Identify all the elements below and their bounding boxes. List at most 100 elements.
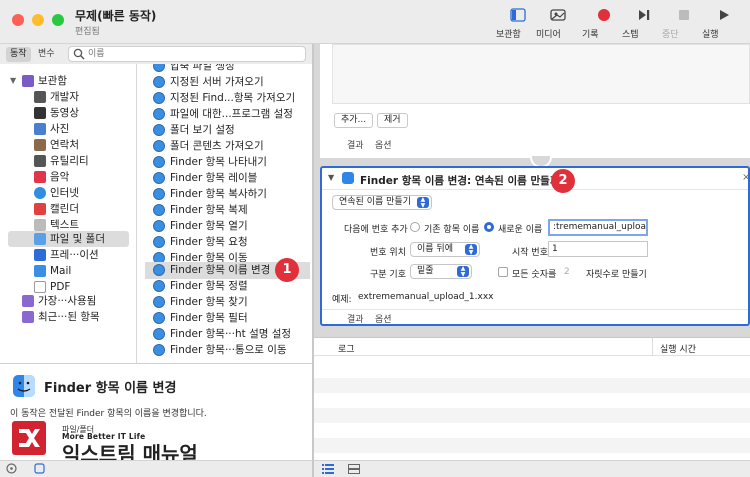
category-utilities[interactable]: 유틸리티 bbox=[0, 153, 136, 169]
record-toolbar-button[interactable]: 기록 bbox=[582, 6, 626, 42]
workflow-bottom-bar bbox=[313, 460, 750, 477]
category-photos[interactable]: 사진 bbox=[0, 121, 136, 137]
category-most-used[interactable]: 가장···사용됨 bbox=[0, 293, 136, 309]
number-position-select[interactable]: 이름 뒤에 ▲ ▼ bbox=[410, 242, 480, 257]
log-header: 로그 실행 시간 bbox=[314, 338, 750, 356]
list-item[interactable]: 지정된 Find...항목 가져오기 bbox=[145, 90, 310, 106]
popup-arrows-icon: ▲ ▼ bbox=[416, 197, 429, 208]
stop-icon bbox=[662, 6, 706, 24]
record-label: 기록 bbox=[582, 30, 599, 40]
tab-options[interactable]: 옵션 bbox=[375, 138, 392, 151]
step-badge-1: 1 bbox=[275, 258, 299, 282]
list-item[interactable]: Finder 항목···ht 설명 설정 bbox=[145, 326, 310, 342]
text-icon bbox=[34, 219, 46, 231]
automator-action-icon bbox=[153, 108, 165, 120]
log-column-header[interactable]: 로그 bbox=[338, 342, 355, 355]
list-view-icon[interactable] bbox=[322, 464, 334, 477]
description-title: Finder 항목 이름 변경 bbox=[44, 381, 177, 396]
rename-mode-select[interactable]: 연속된 이름 만들기 ▲ ▼ bbox=[332, 195, 432, 210]
separator-select[interactable]: 밑줄 ▲ ▼ bbox=[410, 264, 472, 279]
settings-icon[interactable] bbox=[6, 463, 17, 477]
new-name-label: 새로운 이름 bbox=[498, 225, 543, 235]
digits-suffix-label: 자릿수로 만들기 bbox=[586, 270, 647, 280]
category-contacts[interactable]: 연락처 bbox=[0, 137, 136, 153]
digits-stepper[interactable]: 2 bbox=[564, 267, 570, 277]
tab-results[interactable]: 결과 bbox=[347, 312, 364, 325]
info-icon[interactable] bbox=[34, 463, 45, 477]
chevron-down-icon[interactable]: ▼ bbox=[328, 173, 334, 182]
list-item[interactable]: 파일에 대한...프로그램 설정 bbox=[145, 106, 310, 122]
category-presentations[interactable]: 프레···이션 bbox=[0, 247, 136, 263]
category-calendar[interactable]: 캘린더 bbox=[0, 201, 136, 217]
library-search[interactable] bbox=[68, 46, 306, 62]
action-header[interactable]: ▼ Finder 항목 이름 변경: 연속된 이름 만들기 × bbox=[322, 168, 750, 190]
category-developer[interactable]: 개발자 bbox=[0, 89, 136, 105]
close-icon[interactable]: × bbox=[742, 172, 750, 183]
log-pane: 로그 실행 시간 bbox=[313, 337, 750, 460]
start-number-field[interactable]: 1 bbox=[548, 241, 648, 257]
category-music[interactable]: 음악 bbox=[0, 169, 136, 185]
existing-name-radio[interactable] bbox=[410, 222, 420, 232]
all-digits-checkbox[interactable] bbox=[498, 267, 508, 277]
category-recently-added[interactable]: 최근···된 항목 bbox=[0, 309, 136, 325]
list-item[interactable]: Finder 항목 요청 bbox=[145, 234, 310, 250]
list-item[interactable]: Finder 항목 나타내기 bbox=[145, 154, 310, 170]
close-window-button[interactable] bbox=[12, 14, 24, 26]
list-item[interactable]: Finder 항목 복제 bbox=[145, 202, 310, 218]
library-bottom-bar bbox=[0, 460, 312, 477]
folder-icon bbox=[34, 233, 46, 245]
add-button[interactable]: 추가... bbox=[334, 113, 374, 128]
zoom-window-button[interactable] bbox=[52, 14, 64, 26]
minimize-window-button[interactable] bbox=[32, 14, 44, 26]
finder-icon bbox=[153, 296, 165, 308]
category-internet[interactable]: 인터넷 bbox=[0, 185, 136, 201]
new-name-field[interactable]: :trememanual_upload bbox=[548, 219, 648, 236]
list-item[interactable]: 폴더 콘텐츠 가져오기 bbox=[145, 138, 310, 154]
search-input[interactable] bbox=[88, 48, 298, 60]
sidebar-icon bbox=[496, 6, 540, 24]
list-item[interactable]: Finder 항목 복사하기 bbox=[145, 186, 310, 202]
tab-actions[interactable]: 동작 bbox=[6, 47, 31, 62]
run-toolbar-button[interactable]: 실행 bbox=[702, 6, 746, 42]
run-time-column-header[interactable]: 실행 시간 bbox=[660, 342, 696, 355]
list-item[interactable]: Finder 항목···통으로 이동 bbox=[145, 342, 310, 358]
tab-results[interactable]: 결과 bbox=[347, 138, 364, 151]
step-toolbar-button[interactable]: 스텝 bbox=[622, 6, 666, 42]
smart-folder-icon bbox=[22, 311, 34, 323]
finder-icon bbox=[153, 204, 165, 216]
finder-icon bbox=[153, 344, 165, 356]
add-number-label: 다음에 번호 추가 bbox=[344, 225, 408, 235]
contacts-icon bbox=[34, 139, 46, 151]
tab-options[interactable]: 옵션 bbox=[375, 312, 392, 325]
list-item[interactable]: Finder 항목 열기 bbox=[145, 218, 310, 234]
finder-icon bbox=[153, 188, 165, 200]
automator-action-icon bbox=[153, 64, 165, 72]
new-name-radio[interactable] bbox=[484, 222, 494, 232]
list-item[interactable]: Finder 항목 찾기 bbox=[145, 294, 310, 310]
log-row bbox=[314, 378, 750, 393]
automator-action-icon bbox=[153, 140, 165, 152]
media-toolbar-button[interactable]: 미디어 bbox=[536, 6, 580, 42]
example-label: 예제: bbox=[332, 295, 352, 305]
previous-action-content bbox=[332, 44, 750, 104]
window-title: 무제(빠른 동작) bbox=[75, 9, 157, 23]
start-number-label: 시작 번호 bbox=[512, 248, 548, 258]
library-toolbar-button[interactable]: 보관함 bbox=[496, 6, 540, 42]
extrememanual-logo bbox=[12, 421, 46, 455]
category-library[interactable]: 보관함 bbox=[0, 73, 136, 89]
list-item[interactable]: 압축 파일 생성 bbox=[145, 64, 310, 74]
list-item[interactable]: 폴더 보기 설정 bbox=[145, 122, 310, 138]
flow-view-icon[interactable] bbox=[348, 464, 360, 477]
category-list: ▼ 보관함 개발자 동영상 사진 연락처 유틸리티 음악 인터넷 캘린더 텍스트 bbox=[0, 64, 137, 363]
list-item[interactable]: Finder 항목 필터 bbox=[145, 310, 310, 326]
tab-variables[interactable]: 변수 bbox=[34, 47, 59, 62]
category-movies[interactable]: 동영상 bbox=[0, 105, 136, 121]
category-files-and-folders[interactable]: 파일 및 폴더 bbox=[8, 231, 129, 247]
rename-action-card: ▼ Finder 항목 이름 변경: 연속된 이름 만들기 × 연속된 이름 만… bbox=[320, 166, 750, 326]
list-item[interactable]: 지정된 서버 가져오기 bbox=[145, 74, 310, 90]
stop-toolbar-button[interactable]: 중단 bbox=[662, 6, 706, 42]
category-mail[interactable]: Mail bbox=[0, 263, 136, 279]
remove-button[interactable]: 제거 bbox=[377, 113, 408, 128]
library-icon bbox=[22, 75, 34, 87]
list-item[interactable]: Finder 항목 레이블 bbox=[145, 170, 310, 186]
